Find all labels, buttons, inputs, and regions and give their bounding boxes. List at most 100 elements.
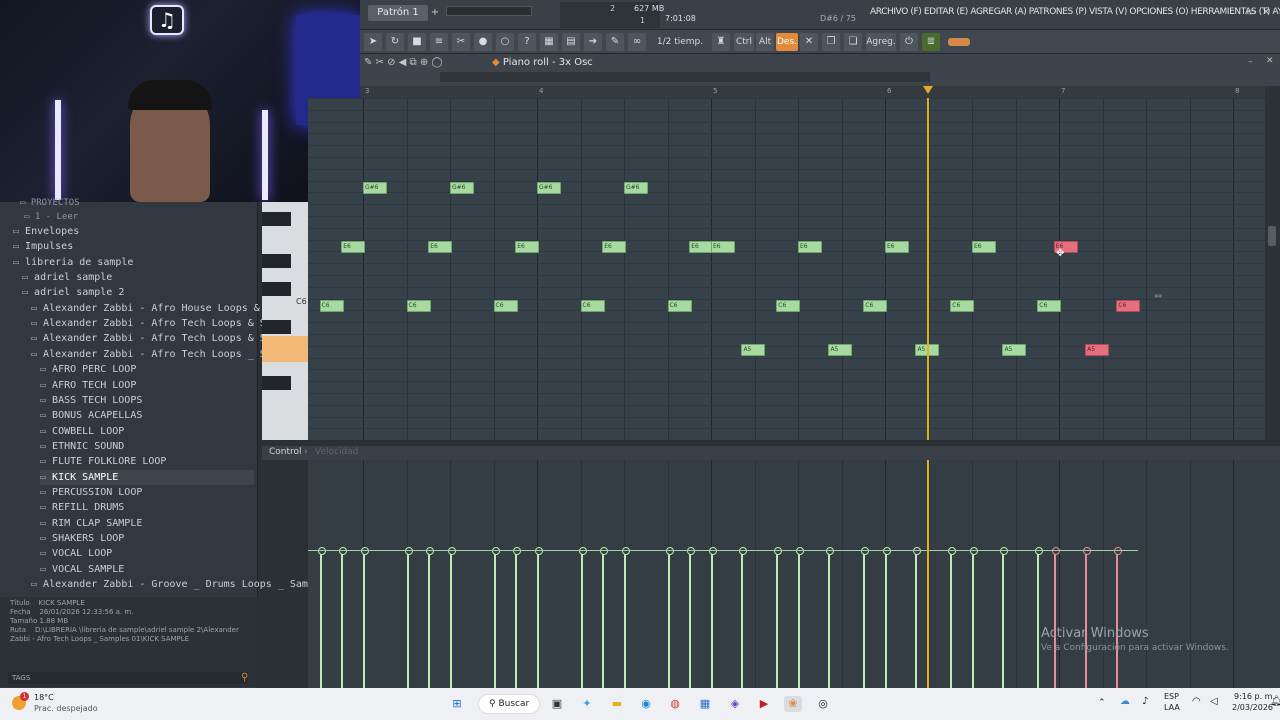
velocity-bar[interactable] bbox=[578, 547, 587, 688]
velocity-bar[interactable] bbox=[600, 547, 609, 688]
note[interactable]: C6 bbox=[950, 300, 975, 312]
taskbar-search[interactable]: ⚲ Buscar bbox=[478, 694, 540, 714]
browser-folder-item[interactable]: adriel sample bbox=[22, 270, 112, 285]
lang-code[interactable]: ESP bbox=[1164, 692, 1179, 701]
velocity-bar[interactable] bbox=[948, 547, 957, 688]
note[interactable]: G#6 bbox=[537, 182, 561, 194]
add-button[interactable]: Agreg. bbox=[866, 33, 896, 51]
note[interactable]: G#6 bbox=[450, 182, 474, 194]
clock-time[interactable]: 9:16 p. m. bbox=[1234, 692, 1275, 701]
note[interactable]: C6 bbox=[493, 300, 518, 312]
mixer-icon[interactable]: ≡ bbox=[430, 33, 448, 51]
playhead-marker[interactable] bbox=[922, 86, 933, 94]
browser-folder-item[interactable]: AFRO TECH LOOP bbox=[40, 378, 136, 393]
velocity-bar[interactable] bbox=[317, 547, 326, 688]
velocity-bar[interactable] bbox=[861, 547, 870, 688]
velocity-bar[interactable] bbox=[1051, 547, 1060, 688]
browser-folder-item[interactable]: VOCAL SAMPLE bbox=[40, 562, 124, 577]
alt-button[interactable]: Alt bbox=[756, 33, 774, 51]
black-key[interactable] bbox=[262, 212, 291, 226]
velocity-bar[interactable] bbox=[448, 547, 456, 688]
browser-folder-item[interactable]: BASS TECH LOOPS bbox=[40, 393, 142, 408]
store-icon[interactable]: ▦ bbox=[696, 696, 714, 712]
note[interactable]: A5 bbox=[1085, 344, 1110, 356]
task-view-icon[interactable]: ▣ bbox=[548, 696, 566, 712]
browser-folder-item[interactable]: Envelopes bbox=[13, 224, 79, 239]
note[interactable]: G#6 bbox=[624, 182, 648, 194]
velocity-bar[interactable] bbox=[622, 547, 630, 688]
browser-top-item[interactable]: 1 - Leer bbox=[24, 210, 78, 225]
note[interactable]: C6 bbox=[863, 300, 888, 312]
black-key[interactable] bbox=[262, 282, 291, 296]
copilot-icon[interactable]: ✦ bbox=[578, 696, 596, 712]
lang-layout[interactable]: LAA bbox=[1164, 703, 1180, 712]
browser-icon[interactable]: ≣ bbox=[922, 33, 940, 51]
wifi-icon[interactable]: ◠ bbox=[1192, 696, 1201, 707]
cloud-icon[interactable]: ☁ bbox=[1120, 696, 1130, 707]
close-icon[interactable]: ✕ bbox=[1262, 7, 1270, 18]
obs-icon[interactable]: ◎ bbox=[814, 696, 832, 712]
note[interactable]: A5 bbox=[1002, 344, 1027, 356]
velocity-bar[interactable] bbox=[826, 547, 835, 688]
volume-icon[interactable]: ◁ bbox=[1210, 696, 1218, 707]
master-volume-slider[interactable] bbox=[446, 6, 532, 16]
highlighted-key[interactable] bbox=[262, 336, 308, 362]
black-key[interactable] bbox=[262, 254, 291, 268]
media-app-icon[interactable]: ▶ bbox=[755, 696, 773, 712]
cut-icon[interactable]: ✂ bbox=[452, 33, 470, 51]
note[interactable]: E6 bbox=[428, 241, 453, 253]
note[interactable]: C6 bbox=[667, 300, 692, 312]
note[interactable]: C6 bbox=[776, 300, 801, 312]
note[interactable]: E6 bbox=[711, 241, 735, 253]
browser-folder-item[interactable]: FLUTE FOLKLORE LOOP bbox=[40, 454, 166, 469]
note[interactable]: A5 bbox=[741, 344, 766, 356]
pr-minimize-icon[interactable]: – bbox=[1248, 57, 1253, 67]
velocity-bar[interactable] bbox=[491, 547, 500, 688]
velocity-bar[interactable] bbox=[1114, 547, 1123, 688]
note[interactable]: C6 bbox=[1037, 300, 1062, 312]
refresh-icon[interactable]: ↻ bbox=[386, 33, 404, 51]
velocity-bar[interactable] bbox=[709, 547, 717, 688]
pattern-selector[interactable]: Patrón 1 bbox=[368, 5, 428, 21]
velocity-bar[interactable] bbox=[426, 547, 435, 688]
control-label[interactable]: Control bbox=[269, 447, 302, 457]
browser-folder-item[interactable]: VOCAL LOOP bbox=[40, 546, 112, 561]
velocity-bar[interactable] bbox=[535, 547, 543, 688]
param-label[interactable]: Velocidad bbox=[315, 447, 358, 457]
note[interactable]: C6 bbox=[1116, 300, 1141, 312]
velocity-bar[interactable] bbox=[913, 547, 922, 688]
notification-icon[interactable]: 🔔︎ bbox=[1270, 696, 1280, 707]
app-icon[interactable]: ◈ bbox=[726, 696, 744, 712]
velocity-bar[interactable] bbox=[883, 547, 891, 688]
brush-icon[interactable]: ✎ bbox=[606, 33, 624, 51]
search-icon[interactable]: ⚲ bbox=[241, 672, 248, 683]
browser-folder-item[interactable]: ETHNIC SOUND bbox=[40, 439, 124, 454]
note[interactable]: E6 bbox=[885, 241, 909, 253]
note[interactable]: E6 bbox=[515, 241, 540, 253]
velocity-bar[interactable] bbox=[404, 547, 413, 688]
browser-folder-item[interactable]: COWBELL LOOP bbox=[40, 424, 124, 439]
velocity-bar[interactable] bbox=[774, 547, 783, 688]
delete-icon[interactable]: ✕ bbox=[800, 33, 818, 51]
velocity-bar[interactable] bbox=[1083, 547, 1092, 688]
windows-start-icon[interactable]: ⊞ bbox=[448, 696, 466, 712]
add-pattern-icon[interactable]: + bbox=[430, 5, 440, 21]
tags-bar[interactable]: TAGS bbox=[8, 672, 248, 684]
mic-icon[interactable]: ● bbox=[474, 33, 492, 51]
browser-folder-item[interactable]: Impulses bbox=[13, 239, 73, 254]
save-icon[interactable]: ■ bbox=[408, 33, 426, 51]
maximize-icon[interactable]: ▭ bbox=[1246, 7, 1255, 18]
browser-folder-item[interactable]: KICK SAMPLE bbox=[40, 469, 254, 485]
timeline-ruler[interactable]: 3 4 5 6 7 8 bbox=[360, 86, 1265, 98]
deselect-button[interactable]: Des. bbox=[776, 33, 798, 51]
chevron-up-icon[interactable]: ⌃ bbox=[1098, 698, 1106, 708]
velocity-bar[interactable] bbox=[513, 547, 522, 688]
browser-folder-item[interactable]: RIM CLAP SAMPLE bbox=[40, 516, 142, 531]
browser-folder-item[interactable]: REFILL DRUMS bbox=[40, 500, 124, 515]
metronome-icon[interactable]: ♜ bbox=[712, 33, 730, 51]
grid-icon[interactable]: ▦ bbox=[540, 33, 558, 51]
velocity-bar[interactable] bbox=[1000, 547, 1009, 688]
note-grid[interactable]: G#6 G#6 G#6 G#6 E6 E6 E6 E6 E6 E6 E6 E6 E6 E6 C6 C6 C6 C6… bbox=[308, 98, 1265, 440]
browser-folder-item[interactable]: Alexander Zabbi - Groove _ Drums Loops _… bbox=[31, 577, 350, 592]
fl-studio-icon[interactable]: ❀ bbox=[784, 696, 802, 712]
